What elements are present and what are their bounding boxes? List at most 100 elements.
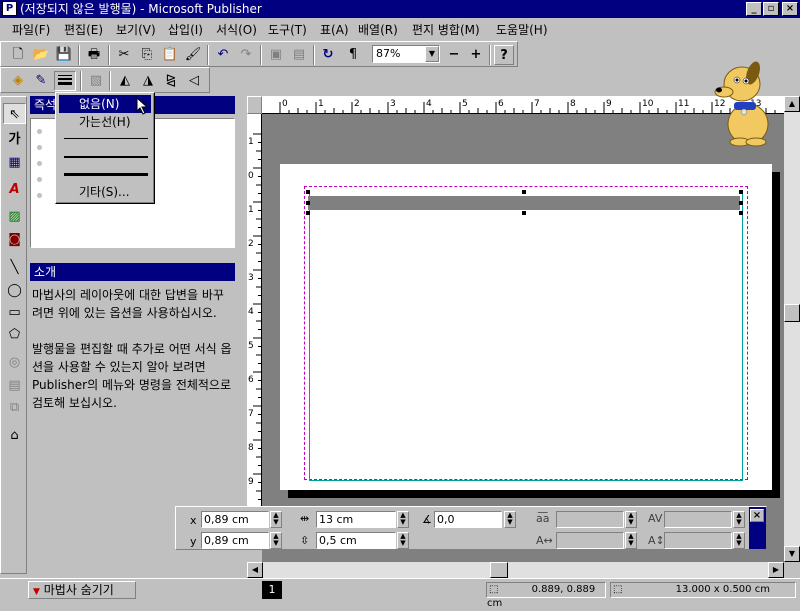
form-control-icon[interactable]: ▤: [3, 375, 26, 396]
selection-handle[interactable]: [522, 190, 526, 194]
pointer-icon[interactable]: ⇖: [3, 103, 26, 124]
selected-rectangle[interactable]: [308, 196, 740, 210]
line-color-icon[interactable]: ✎: [30, 71, 52, 91]
menu-format[interactable]: 서식(O): [216, 21, 257, 38]
zoom-select[interactable]: 87% ▼: [372, 45, 440, 63]
kerning-spinner[interactable]: ▲ ▼: [733, 511, 745, 528]
cut-icon[interactable]: ✂: [113, 45, 135, 65]
line-more-item[interactable]: 기타(S)...: [59, 183, 151, 201]
selection-handle[interactable]: [522, 211, 526, 215]
scroll-thumb[interactable]: [490, 562, 508, 578]
close-button[interactable]: ×: [782, 2, 798, 16]
zoom-in-button[interactable]: +: [465, 45, 487, 65]
measurement-toolbar-titlebar[interactable]: ×: [749, 507, 766, 549]
copy-icon[interactable]: ⎘: [136, 45, 158, 65]
x-position-field[interactable]: 0,89 cm: [201, 511, 269, 528]
vertical-ruler[interactable]: 1012345678910: [247, 114, 262, 510]
line-hairline-item[interactable]: 가는선(H): [59, 113, 151, 131]
text-scale-field[interactable]: [556, 532, 624, 549]
open-icon[interactable]: 📂: [30, 45, 52, 65]
y-spinner[interactable]: ▲ ▼: [270, 532, 282, 549]
format-painter-icon[interactable]: 🖌: [182, 45, 204, 65]
line-style-button[interactable]: [54, 71, 76, 91]
text-scale-spinner[interactable]: ▲ ▼: [625, 532, 637, 549]
width-spinner[interactable]: ▲ ▼: [397, 511, 409, 528]
line-medium-item[interactable]: [64, 156, 148, 158]
width-field[interactable]: 13 cm: [316, 511, 396, 528]
menu-help[interactable]: 도움말(H): [496, 21, 548, 38]
x-spinner[interactable]: ▲ ▼: [270, 511, 282, 528]
new-icon[interactable]: 🗋: [7, 45, 29, 65]
flip-horizontal-icon[interactable]: ⧎: [160, 71, 182, 91]
flip-vertical-icon[interactable]: ◁: [183, 71, 205, 91]
oval-tool-icon[interactable]: ◯: [3, 280, 26, 301]
rotate-right-icon[interactable]: ◮: [137, 71, 159, 91]
print-icon[interactable]: 🖶: [83, 45, 105, 65]
fill-color-icon[interactable]: ◈: [7, 71, 29, 91]
menu-insert[interactable]: 삽입(I): [168, 21, 203, 38]
selection-handle[interactable]: [306, 190, 310, 194]
send-back-icon[interactable]: ▤: [288, 45, 310, 65]
menu-arrange[interactable]: 배열(R): [358, 21, 398, 38]
redo-icon[interactable]: ↷: [235, 45, 257, 65]
rectangle-tool-icon[interactable]: ▭: [3, 302, 26, 323]
html-code-icon[interactable]: ⧉: [3, 397, 26, 418]
bring-front-icon[interactable]: ▣: [265, 45, 287, 65]
kerning-field[interactable]: [664, 511, 732, 528]
line-tool-icon[interactable]: ╲: [3, 257, 26, 278]
selection-handle[interactable]: [739, 201, 743, 205]
chevron-down-icon[interactable]: ▼: [425, 46, 439, 62]
height-field[interactable]: 0,5 cm: [316, 532, 396, 549]
scroll-thumb[interactable]: [784, 304, 800, 322]
picture-frame-icon[interactable]: ▨: [3, 206, 26, 227]
clipart-icon[interactable]: ◙: [3, 229, 26, 250]
close-icon[interactable]: ×: [750, 509, 764, 522]
publication-page[interactable]: [280, 164, 772, 490]
height-spinner[interactable]: ▲ ▼: [397, 532, 409, 549]
maximize-button[interactable]: ▫: [763, 2, 779, 16]
zoom-out-button[interactable]: −: [443, 45, 465, 65]
menu-tools[interactable]: 도구(T): [268, 21, 307, 38]
scroll-down-icon[interactable]: ▼: [784, 546, 800, 562]
page-navigator[interactable]: 1: [262, 581, 282, 599]
hot-spot-icon[interactable]: ◎: [3, 352, 26, 373]
character-spacing-spinner[interactable]: ▲ ▼: [625, 511, 637, 528]
shadow-icon[interactable]: ▧: [85, 71, 107, 91]
menu-file[interactable]: 파일(F): [12, 21, 50, 38]
rotation-spinner[interactable]: ▲ ▼: [504, 511, 516, 528]
scroll-up-icon[interactable]: ▲: [784, 96, 800, 112]
rotation-field[interactable]: 0,0: [434, 511, 502, 528]
wordart-tool-icon[interactable]: A: [3, 179, 26, 200]
line-thin-item[interactable]: [64, 138, 148, 139]
selection-handle[interactable]: [306, 201, 310, 205]
text-tool-icon[interactable]: 가: [3, 129, 26, 150]
scroll-right-icon[interactable]: ▶: [768, 562, 784, 578]
rotate-left-icon[interactable]: ◭: [114, 71, 136, 91]
pilcrow-icon[interactable]: ¶: [342, 45, 364, 65]
line-spacing-spinner[interactable]: ▲ ▼: [733, 532, 745, 549]
selection-handle[interactable]: [739, 211, 743, 215]
design-gallery-icon[interactable]: ⌂: [3, 425, 26, 446]
character-spacing-field[interactable]: [556, 511, 624, 528]
custom-shapes-icon[interactable]: ⬠: [3, 324, 26, 345]
line-thick-item[interactable]: [64, 173, 148, 176]
selection-handle[interactable]: [739, 190, 743, 194]
refresh-icon[interactable]: ↻: [317, 45, 339, 65]
paste-icon[interactable]: 📋: [159, 45, 181, 65]
vertical-scrollbar[interactable]: ▲ ▼: [784, 96, 800, 562]
hide-wizard-button[interactable]: ▼ 마법사 숨기기: [28, 581, 136, 599]
ruler-corner[interactable]: [247, 96, 262, 114]
undo-icon[interactable]: ↶: [212, 45, 234, 65]
menu-edit[interactable]: 편집(E): [64, 21, 103, 38]
menu-view[interactable]: 보기(V): [116, 21, 156, 38]
help-button[interactable]: ?: [494, 45, 514, 65]
menu-mail-merge[interactable]: 편지 병합(M): [412, 21, 480, 38]
scroll-left-icon[interactable]: ◀: [247, 562, 263, 578]
minimize-button[interactable]: _: [746, 2, 762, 16]
selection-handle[interactable]: [306, 211, 310, 215]
app-icon[interactable]: P: [2, 1, 17, 16]
office-assistant-dog[interactable]: [704, 58, 782, 148]
horizontal-scrollbar[interactable]: ◀ ▶: [247, 562, 784, 578]
table-tool-icon[interactable]: ▦: [3, 152, 26, 173]
menu-table[interactable]: 표(A): [320, 21, 349, 38]
